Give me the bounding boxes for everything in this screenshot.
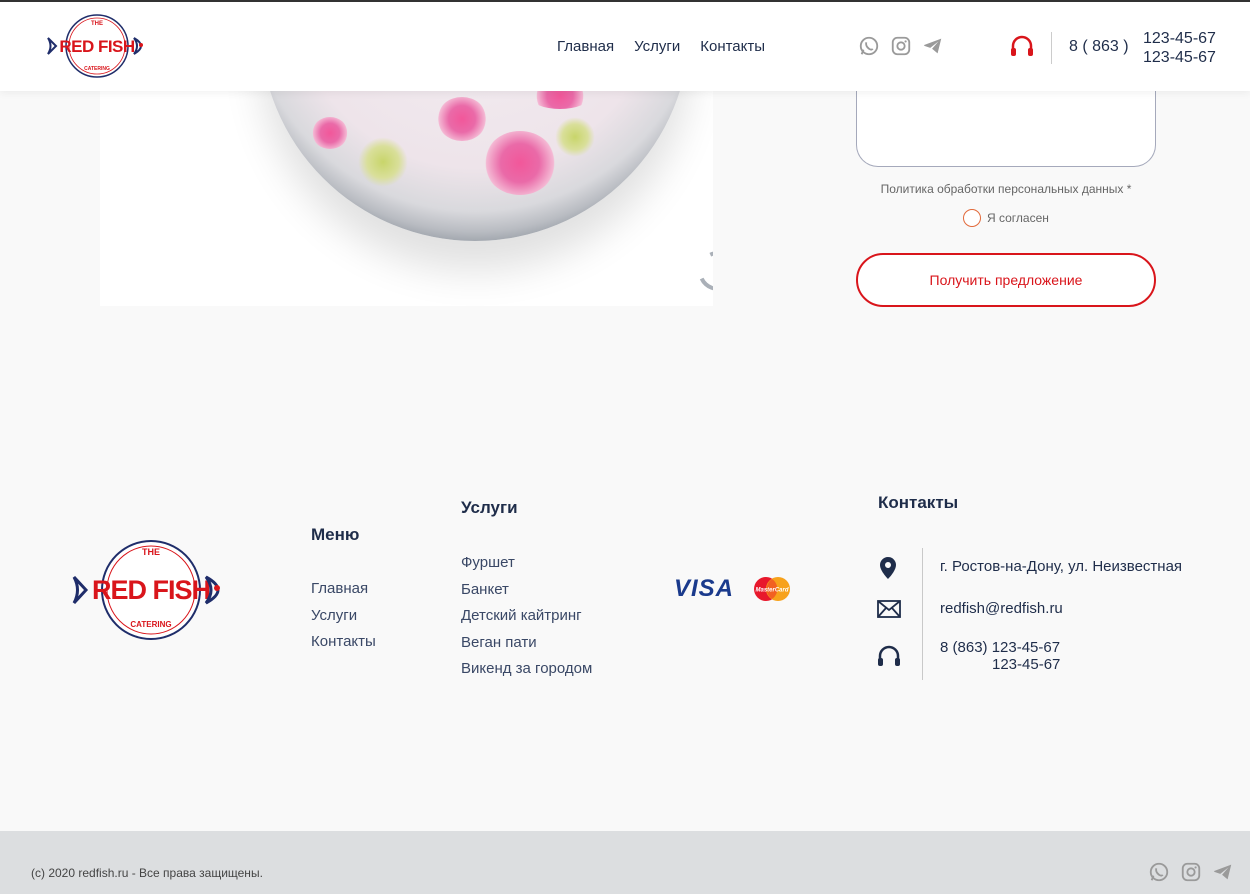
mastercard-logo: MasterCard xyxy=(754,577,791,601)
footer-service-item[interactable]: Фуршет xyxy=(461,550,592,577)
footer-menu-services[interactable]: Услуги xyxy=(311,603,376,630)
contact-address: г. Ростов-на-Дону, ул. Неизвестная xyxy=(940,558,1183,575)
nav-services[interactable]: Услуги xyxy=(634,38,680,55)
footer-menu-contacts[interactable]: Контакты xyxy=(311,629,376,656)
bowl-handle xyxy=(692,245,713,297)
site-header: THE RED FISH CATERING Главная Услуги Кон… xyxy=(0,0,1250,91)
social-links-top xyxy=(858,35,944,57)
footer-services-title: Услуги xyxy=(461,498,518,517)
svg-text:THE: THE xyxy=(91,21,103,27)
footer-service-item[interactable]: Викенд за городом xyxy=(461,656,592,683)
svg-text:CATERING: CATERING xyxy=(84,66,110,72)
social-links-bottom xyxy=(1148,861,1234,883)
telegram-icon[interactable] xyxy=(1212,861,1234,883)
footer-service-item[interactable]: Детский кайтринг xyxy=(461,603,592,630)
payment-methods: VISA MasterCard xyxy=(674,575,792,603)
mail-icon xyxy=(877,600,901,618)
redfish-logo[interactable]: THE RED FISH CATERING xyxy=(44,12,150,80)
headset-icon xyxy=(878,645,900,666)
get-offer-button[interactable]: Получить предложение xyxy=(856,253,1156,307)
footer-menu-title: Меню xyxy=(311,525,360,544)
copyright-text: (c) 2020 redfish.ru - Все права защищены… xyxy=(31,866,263,880)
footer-contacts-title: Контакты xyxy=(878,493,959,512)
contact-email[interactable]: redfish@redfish.ru xyxy=(940,600,1063,617)
agree-radio[interactable] xyxy=(963,209,981,227)
phone-number-1[interactable]: 123-45-67 xyxy=(1143,29,1216,48)
footer-service-item[interactable]: Веган пати xyxy=(461,630,592,657)
svg-text:THE: THE xyxy=(142,547,160,557)
footer-redfish-logo[interactable]: THE RED FISH CATERING xyxy=(70,535,232,645)
nav-contacts[interactable]: Контакты xyxy=(700,38,765,55)
phone-number-2[interactable]: 123-45-67 xyxy=(1143,48,1216,67)
agree-checkbox-row[interactable]: Я согласен xyxy=(963,209,1049,227)
headset-icon xyxy=(1011,35,1033,56)
header-divider xyxy=(1051,32,1052,64)
privacy-policy-label[interactable]: Политика обработки персональных данных * xyxy=(856,182,1156,196)
whatsapp-icon[interactable] xyxy=(1148,861,1170,883)
footer-services-list: Фуршет Банкет Детский кайтринг Веган пат… xyxy=(461,550,592,683)
location-pin-icon xyxy=(880,557,896,579)
main-nav: Главная Услуги Контакты xyxy=(557,38,765,55)
instagram-icon[interactable] xyxy=(1180,861,1202,883)
phone-prefix: 8 ( 863 ) xyxy=(1069,38,1129,55)
contact-phone-2[interactable]: 123-45-67 xyxy=(992,656,1060,673)
nav-home[interactable]: Главная xyxy=(557,38,614,55)
footer-menu-home[interactable]: Главная xyxy=(311,576,376,603)
whatsapp-icon[interactable] xyxy=(858,35,880,57)
bottom-bar: (c) 2020 redfish.ru - Все права защищены… xyxy=(0,831,1250,894)
footer-menu-list: Главная Услуги Контакты xyxy=(311,576,376,656)
svg-text:RED FISH: RED FISH xyxy=(92,575,210,605)
footer-service-item[interactable]: Банкет xyxy=(461,577,592,604)
telegram-icon[interactable] xyxy=(922,35,944,57)
instagram-icon[interactable] xyxy=(890,35,912,57)
visa-logo: VISA xyxy=(674,575,735,602)
svg-text:CATERING: CATERING xyxy=(130,620,171,629)
agree-label: Я согласен xyxy=(987,211,1049,225)
catering-photo xyxy=(100,91,713,306)
svg-text:MasterCard: MasterCard xyxy=(756,588,789,594)
contact-phone-1[interactable]: 8 (863) 123-45-67 xyxy=(940,639,1060,656)
contacts-divider xyxy=(922,548,923,680)
phone-numbers[interactable]: 123-45-67 123-45-67 xyxy=(1143,29,1216,67)
svg-text:RED FISH: RED FISH xyxy=(59,37,135,56)
